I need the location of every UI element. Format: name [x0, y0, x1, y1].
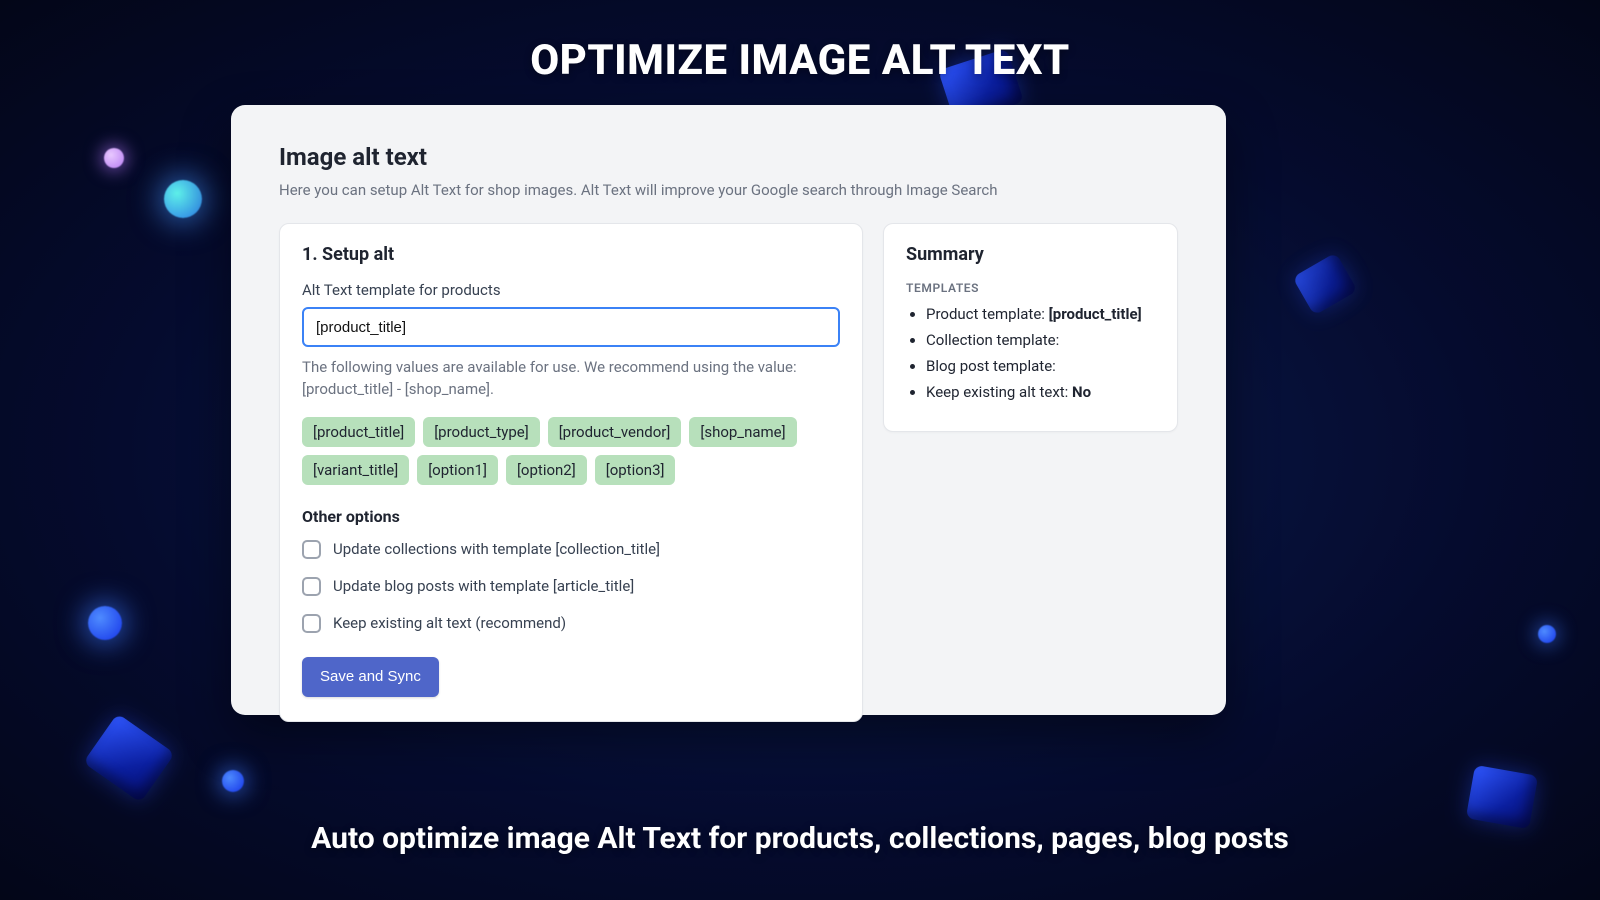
- option-row[interactable]: Update collections with template [collec…: [302, 540, 840, 559]
- decoration-cube: [1466, 765, 1538, 829]
- option-label: Update collections with template [collec…: [333, 540, 660, 558]
- token-chip[interactable]: [option2]: [506, 455, 587, 485]
- summary-heading: Summary: [906, 244, 1155, 265]
- decoration-cube: [1292, 252, 1357, 315]
- token-chip[interactable]: [product_type]: [423, 417, 540, 447]
- option-checkbox[interactable]: [302, 614, 321, 633]
- token-chip[interactable]: [option1]: [417, 455, 498, 485]
- token-chip[interactable]: [product_title]: [302, 417, 415, 447]
- alt-template-input[interactable]: [302, 307, 840, 347]
- card-title: Image alt text: [279, 143, 1178, 171]
- option-checkbox[interactable]: [302, 540, 321, 559]
- option-checkbox[interactable]: [302, 577, 321, 596]
- summary-item-value: [product_title]: [1049, 305, 1142, 323]
- decoration-cube: [83, 713, 175, 802]
- token-chip[interactable]: [variant_title]: [302, 455, 409, 485]
- settings-card: Image alt text Here you can setup Alt Te…: [231, 105, 1226, 715]
- summary-item: Product template: [product_title]: [926, 305, 1155, 323]
- summary-item-prefix: Product template:: [926, 305, 1049, 323]
- token-chip[interactable]: [option3]: [595, 455, 676, 485]
- summary-item-prefix: Blog post template:: [926, 357, 1056, 375]
- decoration-orb: [104, 148, 124, 168]
- summary-item: Collection template:: [926, 331, 1155, 349]
- decoration-orb: [88, 606, 122, 640]
- summary-item: Blog post template:: [926, 357, 1155, 375]
- option-label: Update blog posts with template [article…: [333, 577, 634, 595]
- summary-list: Product template: [product_title] Collect…: [906, 305, 1155, 401]
- summary-panel: Summary TEMPLATES Product template: [pro…: [883, 223, 1178, 432]
- other-options-heading: Other options: [302, 507, 840, 526]
- option-row[interactable]: Update blog posts with template [article…: [302, 577, 840, 596]
- token-chip[interactable]: [product_vendor]: [548, 417, 682, 447]
- setup-heading: 1. Setup alt: [302, 244, 840, 265]
- summary-item-value: No: [1072, 383, 1091, 401]
- option-row[interactable]: Keep existing alt text (recommend): [302, 614, 840, 633]
- decoration-orb: [1538, 625, 1556, 643]
- token-chip[interactable]: [shop_name]: [689, 417, 796, 447]
- summary-section-label: TEMPLATES: [906, 281, 1155, 295]
- save-and-sync-button[interactable]: Save and Sync: [302, 657, 439, 697]
- alt-template-help: The following values are available for u…: [302, 357, 840, 401]
- decoration-orb: [164, 180, 202, 218]
- token-chip-list: [product_title] [product_type] [product_ve…: [302, 417, 840, 485]
- decoration-orb: [222, 770, 244, 792]
- summary-item-prefix: Collection template:: [926, 331, 1059, 349]
- summary-item: Keep existing alt text: No: [926, 383, 1155, 401]
- alt-template-label: Alt Text template for products: [302, 281, 840, 299]
- summary-item-prefix: Keep existing alt text:: [926, 383, 1072, 401]
- setup-panel: 1. Setup alt Alt Text template for produ…: [279, 223, 863, 722]
- option-label: Keep existing alt text (recommend): [333, 614, 566, 632]
- page-hero-title: OPTIMIZE IMAGE ALT TEXT: [0, 36, 1600, 85]
- page-hero-subtitle: Auto optimize image Alt Text for product…: [0, 821, 1600, 856]
- card-subtitle: Here you can setup Alt Text for shop ima…: [279, 181, 1178, 199]
